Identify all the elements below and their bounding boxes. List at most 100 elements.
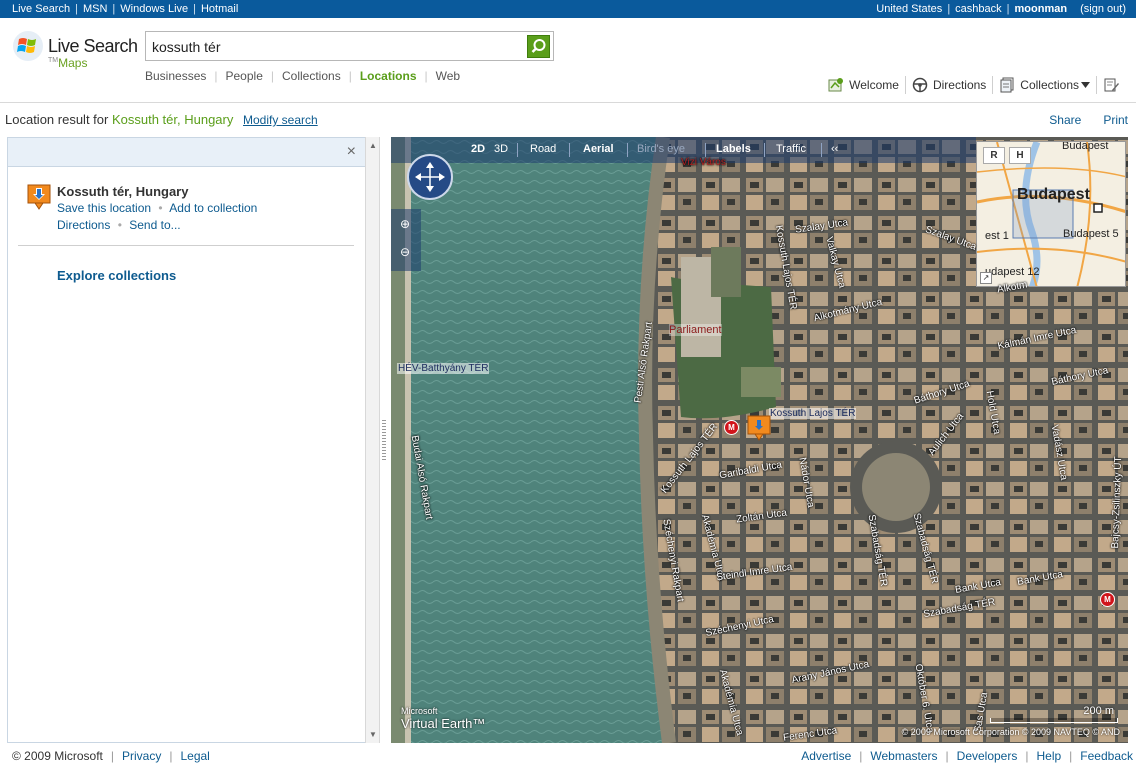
divider: | — [1006, 3, 1010, 15]
result-title: Kossuth tér, Hungary — [57, 184, 189, 199]
sign-out-link[interactable]: (sign out) — [1080, 0, 1126, 18]
aerial-map[interactable]: 2D 3D Road Aerial Bird's eye Labels Traf… — [391, 137, 1128, 743]
ve-microsoft-text: Microsoft — [401, 706, 438, 716]
link-country[interactable]: United States — [876, 0, 942, 18]
advertise-link[interactable]: Advertise — [801, 749, 851, 763]
link-cashback[interactable]: cashback — [955, 0, 1001, 18]
welcome-button[interactable]: Welcome — [828, 77, 899, 93]
windows-flag-icon — [13, 31, 43, 61]
legal-link[interactable]: Legal — [180, 749, 209, 763]
birds-eye-button[interactable]: Bird's eye — [637, 143, 685, 155]
search-button[interactable] — [527, 35, 550, 58]
hybrid-minimap-button[interactable]: H — [1009, 147, 1031, 164]
help-link[interactable]: Help — [1036, 749, 1061, 763]
webmasters-link[interactable]: Webmasters — [870, 749, 937, 763]
divider: | — [348, 69, 352, 83]
panel-scrollbar[interactable]: ▲ ▼ — [365, 137, 380, 743]
view-2d-button[interactable]: 2D — [471, 143, 485, 155]
panel-resize-handle[interactable] — [382, 420, 386, 460]
search-input[interactable] — [152, 37, 522, 56]
panel-header: × — [8, 138, 365, 167]
minimap-district-12-label: udapest 12 — [985, 266, 1040, 278]
print-link[interactable]: Print — [1103, 113, 1128, 127]
overview-minimap[interactable]: R H Budapest Budapest Budapest 5 est 1 u… — [976, 141, 1126, 287]
parliament-label[interactable]: Parliament — [669, 324, 722, 336]
collapse-toolbar-button[interactable]: ‹‹ — [831, 143, 838, 155]
minimap-district-label: Budapest — [1062, 141, 1109, 152]
result-actions-row-2: Directions • Send to... — [57, 218, 181, 232]
divider: | — [1069, 749, 1073, 763]
divider — [569, 143, 570, 157]
live-search-maps-logo[interactable]: Live Search TMMaps — [12, 30, 138, 75]
metro-icon[interactable]: M — [724, 420, 739, 435]
tab-web[interactable]: Web — [436, 69, 460, 83]
close-panel-button[interactable]: × — [347, 143, 356, 161]
directions-label: Directions — [932, 78, 987, 92]
result-directions-link[interactable]: Directions — [57, 218, 110, 232]
hev-station-label[interactable]: HÉV-Batthyány TÉR — [397, 363, 490, 374]
send-to-link[interactable]: Send to... — [129, 218, 180, 232]
footer-right: Advertise | Webmasters | Developers | He… — [801, 749, 1133, 763]
ve-brand-text: Virtual Earth™ — [401, 716, 486, 731]
pan-control[interactable] — [407, 154, 453, 200]
save-location-link[interactable]: Save this location — [57, 201, 151, 215]
bullet: • — [117, 218, 122, 232]
developers-link[interactable]: Developers — [957, 749, 1018, 763]
divider: | — [859, 749, 863, 763]
tab-collections[interactable]: Collections — [282, 69, 341, 83]
divider — [1096, 76, 1097, 94]
result-prefix: Location result for — [5, 112, 109, 127]
link-hotmail[interactable]: Hotmail — [201, 0, 238, 18]
add-to-collection-link[interactable]: Add to collection — [169, 201, 257, 215]
scroll-up-arrow-icon[interactable]: ▲ — [369, 141, 377, 150]
divider: | — [270, 69, 274, 83]
road-view-button[interactable]: Road — [530, 143, 556, 155]
search-icon — [531, 39, 546, 53]
metro-icon[interactable]: M — [1100, 592, 1115, 607]
privacy-link[interactable]: Privacy — [122, 749, 161, 763]
link-msn[interactable]: MSN — [83, 0, 107, 18]
map-location-pin-icon[interactable] — [747, 415, 771, 441]
road-minimap-button[interactable]: R — [983, 147, 1005, 164]
zoom-in-icon[interactable]: ⊕ — [400, 217, 410, 231]
expand-minimap-icon[interactable]: ↗ — [980, 272, 992, 284]
zoom-out-icon[interactable]: ⊖ — [400, 245, 410, 259]
modify-search-link[interactable]: Modify search — [243, 113, 318, 127]
minimap-city-label: Budapest — [1017, 186, 1090, 203]
maps-label: Maps — [58, 56, 88, 70]
scale-bar — [990, 718, 1118, 723]
traffic-toggle[interactable]: Traffic — [776, 143, 806, 155]
share-print-links: Share Print — [1027, 113, 1128, 127]
feedback-link[interactable]: Feedback — [1080, 749, 1133, 763]
directions-button[interactable]: Directions — [912, 77, 986, 93]
labels-toggle[interactable]: Labels — [716, 143, 751, 155]
edit-button[interactable] — [1103, 77, 1124, 93]
share-link[interactable]: Share — [1049, 113, 1081, 127]
minimap-district-5-label: Budapest 5 — [1063, 228, 1119, 240]
divider — [764, 143, 765, 157]
explore-collections-link[interactable]: Explore collections — [57, 268, 176, 283]
divider: | — [214, 69, 218, 83]
username: moonman — [1014, 3, 1068, 15]
view-3d-button[interactable]: 3D — [494, 143, 508, 155]
tab-businesses[interactable]: Businesses — [145, 69, 206, 83]
results-panel: × Kossuth tér, Hungary Save this locatio… — [7, 137, 365, 743]
divider — [904, 76, 906, 94]
trademark: TM — [48, 57, 59, 64]
link-windows-live[interactable]: Windows Live — [120, 0, 188, 18]
steering-wheel-icon — [912, 77, 928, 93]
divider: | — [112, 3, 116, 15]
tab-locations[interactable]: Locations — [360, 69, 417, 83]
aerial-view-button[interactable]: Aerial — [583, 143, 614, 155]
metro-station-label[interactable]: Kossuth Lajos TÉR — [769, 408, 857, 419]
collections-dropdown[interactable]: Collections — [999, 77, 1090, 93]
link-live-search[interactable]: Live Search — [12, 0, 70, 18]
top-left-links: Live Search | MSN | Windows Live | Hotma… — [12, 0, 238, 18]
location-pin-icon[interactable] — [27, 184, 51, 210]
zoom-control: ⊕ ⊖ — [391, 209, 421, 271]
welcome-label: Welcome — [849, 78, 899, 92]
scroll-down-arrow-icon[interactable]: ▼ — [369, 730, 377, 739]
collections-icon — [1000, 77, 1014, 93]
tab-people[interactable]: People — [226, 69, 263, 83]
divider: | — [75, 3, 78, 15]
